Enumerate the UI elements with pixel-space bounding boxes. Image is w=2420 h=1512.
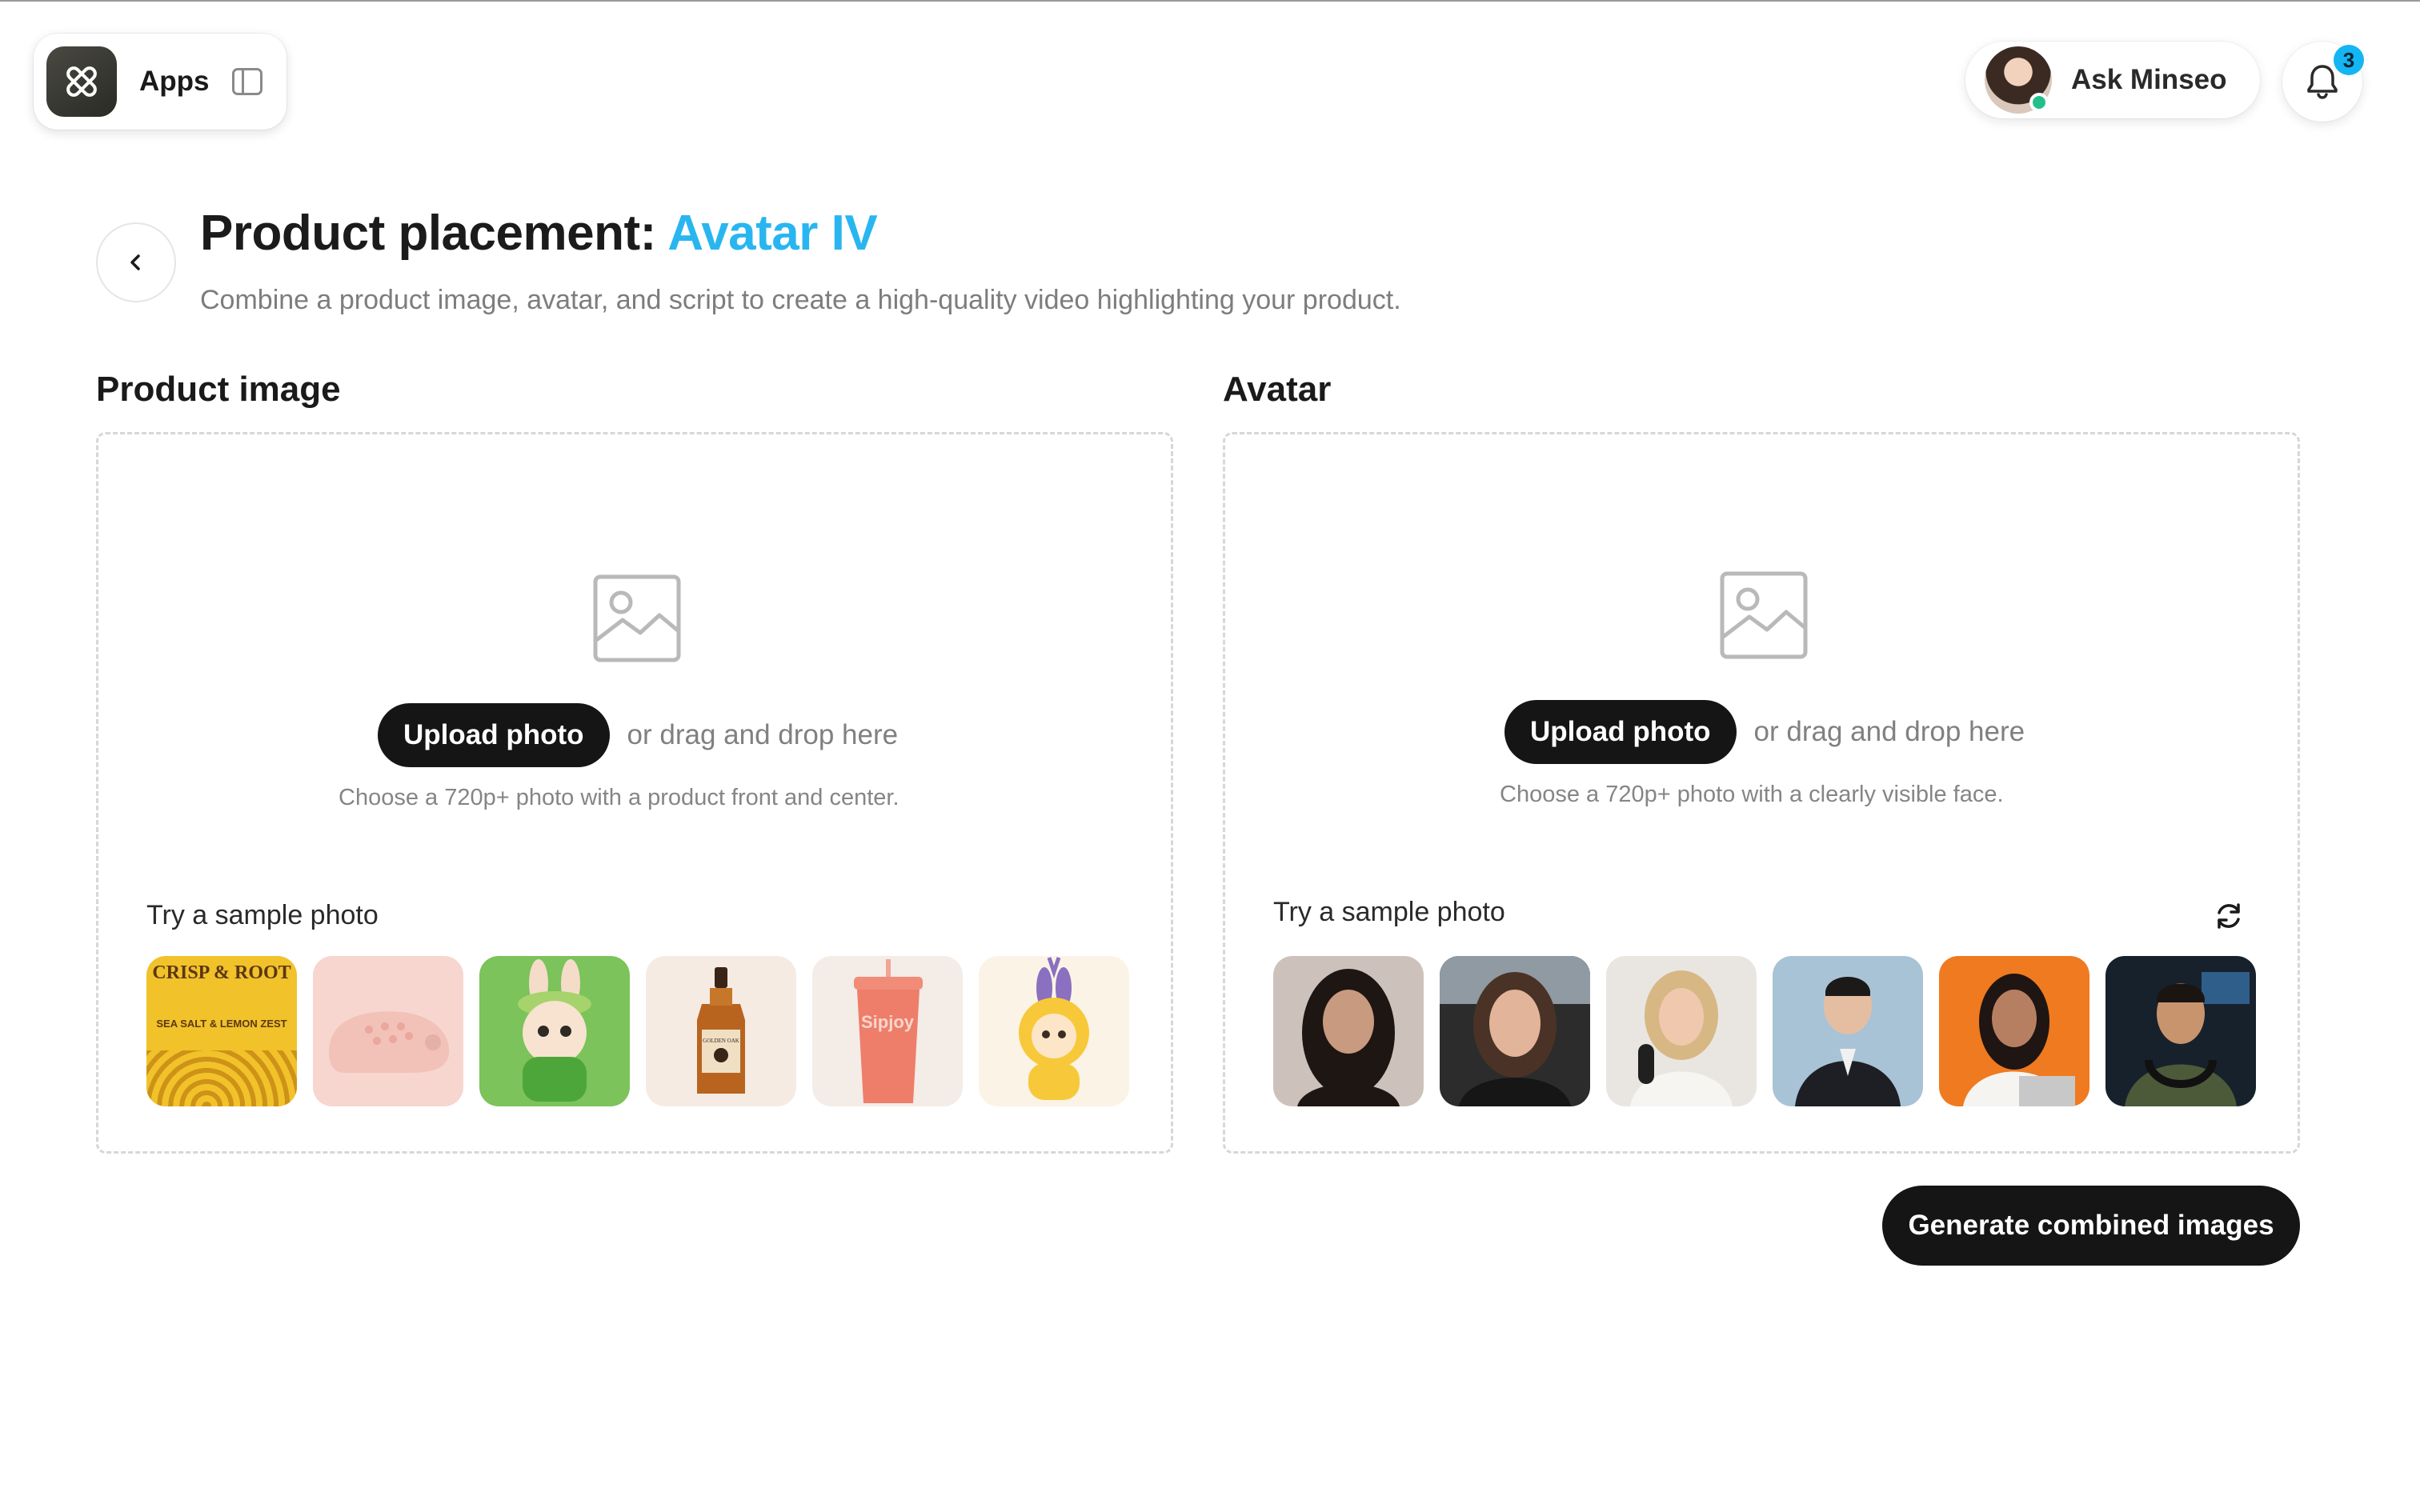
generate-combined-images-button[interactable]: Generate combined images [1882,1186,2300,1266]
person-illustration [1630,970,1733,1106]
image-placeholder-icon [1720,571,1808,659]
sample-woman-dark-hair[interactable] [1273,956,1424,1106]
apps-menu-button[interactable]: Apps [34,34,286,130]
ask-assistant-label: Ask Minseo [2071,64,2227,95]
sample-woman-orange-bg[interactable] [1939,956,2089,1106]
sample-chips[interactable]: CRISP & ROOT SEA SALT & LEMON ZEST [146,956,297,1106]
whiskey-brand-text: GOLDEN OAK [703,1038,739,1044]
person-illustration [1297,969,1400,1106]
clog-illustration [329,1011,450,1073]
plush-green-illustration [518,959,591,1102]
image-placeholder-icon [593,574,681,662]
sample-whiskey-bottle[interactable]: GOLDEN OAK [646,956,796,1106]
sidebar-toggle-icon[interactable] [231,68,262,95]
sample-woman-podcast[interactable] [1606,956,1757,1106]
chips-flavor-text: SEA SALT & LEMON ZEST [156,1018,287,1030]
plush-yellow-illustration [1019,957,1089,1100]
sample-tumbler[interactable]: Sipjoy [812,956,963,1106]
window-top-border [0,0,2420,2]
person-illustration [1963,974,2075,1106]
product-hint: Choose a 720p+ photo with a product fron… [339,785,899,810]
back-chevron-icon [130,254,140,270]
avatar-heading: Avatar [1223,370,1332,409]
avatar-dropzone[interactable]: Upload photo or drag and drop here Choos… [1223,432,2300,1154]
whiskey-illustration: GOLDEN OAK [697,967,745,1094]
page-subtitle: Combine a product image, avatar, and scr… [200,285,1401,315]
product-upload-row: Upload photo or drag and drop here [378,703,898,767]
notification-count-badge: 3 [2334,45,2364,75]
sample-clog[interactable] [313,956,463,1106]
product-upload-button[interactable]: Upload photo [378,703,610,767]
sample-man-suit[interactable] [1773,956,1923,1106]
online-status-dot [2029,93,2049,112]
page-title-prefix: Product placement: [200,206,656,261]
ask-assistant-button[interactable]: Ask Minseo [1965,42,2260,118]
back-button[interactable] [96,222,176,302]
sample-woman-car[interactable] [1440,956,1590,1106]
product-sample-list: CRISP & ROOT SEA SALT & LEMON ZEST GOLDE… [146,956,1129,1106]
chips-wave-pattern [146,1050,297,1106]
avatar [1985,46,2052,114]
tumbler-illustration: Sipjoy [854,959,923,1103]
product-image-dropzone[interactable]: Upload photo or drag and drop here Choos… [96,432,1173,1154]
product-image-heading: Product image [96,370,341,409]
person-illustration [1795,977,1901,1106]
avatar-upload-button[interactable]: Upload photo [1504,700,1737,764]
page-title-accent: Avatar IV [667,206,878,261]
apps-icon [46,46,117,117]
product-drag-text: or drag and drop here [627,719,899,750]
product-sample-label: Try a sample photo [146,900,379,930]
avatar-drag-text: or drag and drop here [1753,716,2025,747]
person-illustration [1440,956,1590,1106]
apps-label: Apps [139,66,210,97]
page-title: Product placement: Avatar IV [200,205,878,262]
avatar-hint: Choose a 720p+ photo with a clearly visi… [1500,782,2004,807]
avatar-sample-list [1273,956,2256,1106]
tumbler-brand-text: Sipjoy [861,1012,915,1032]
sample-man-headphones[interactable] [2105,956,2256,1106]
chips-brand-text: CRISP & ROOT [152,962,291,983]
sample-plush-bunny-yellow[interactable] [979,956,1129,1106]
refresh-icon[interactable] [2211,898,2246,934]
avatar-sample-label: Try a sample photo [1273,897,1505,927]
person-illustration [2125,972,2250,1106]
avatar-upload-row: Upload photo or drag and drop here [1504,700,2025,764]
sample-plush-bunny-green[interactable] [479,956,630,1106]
